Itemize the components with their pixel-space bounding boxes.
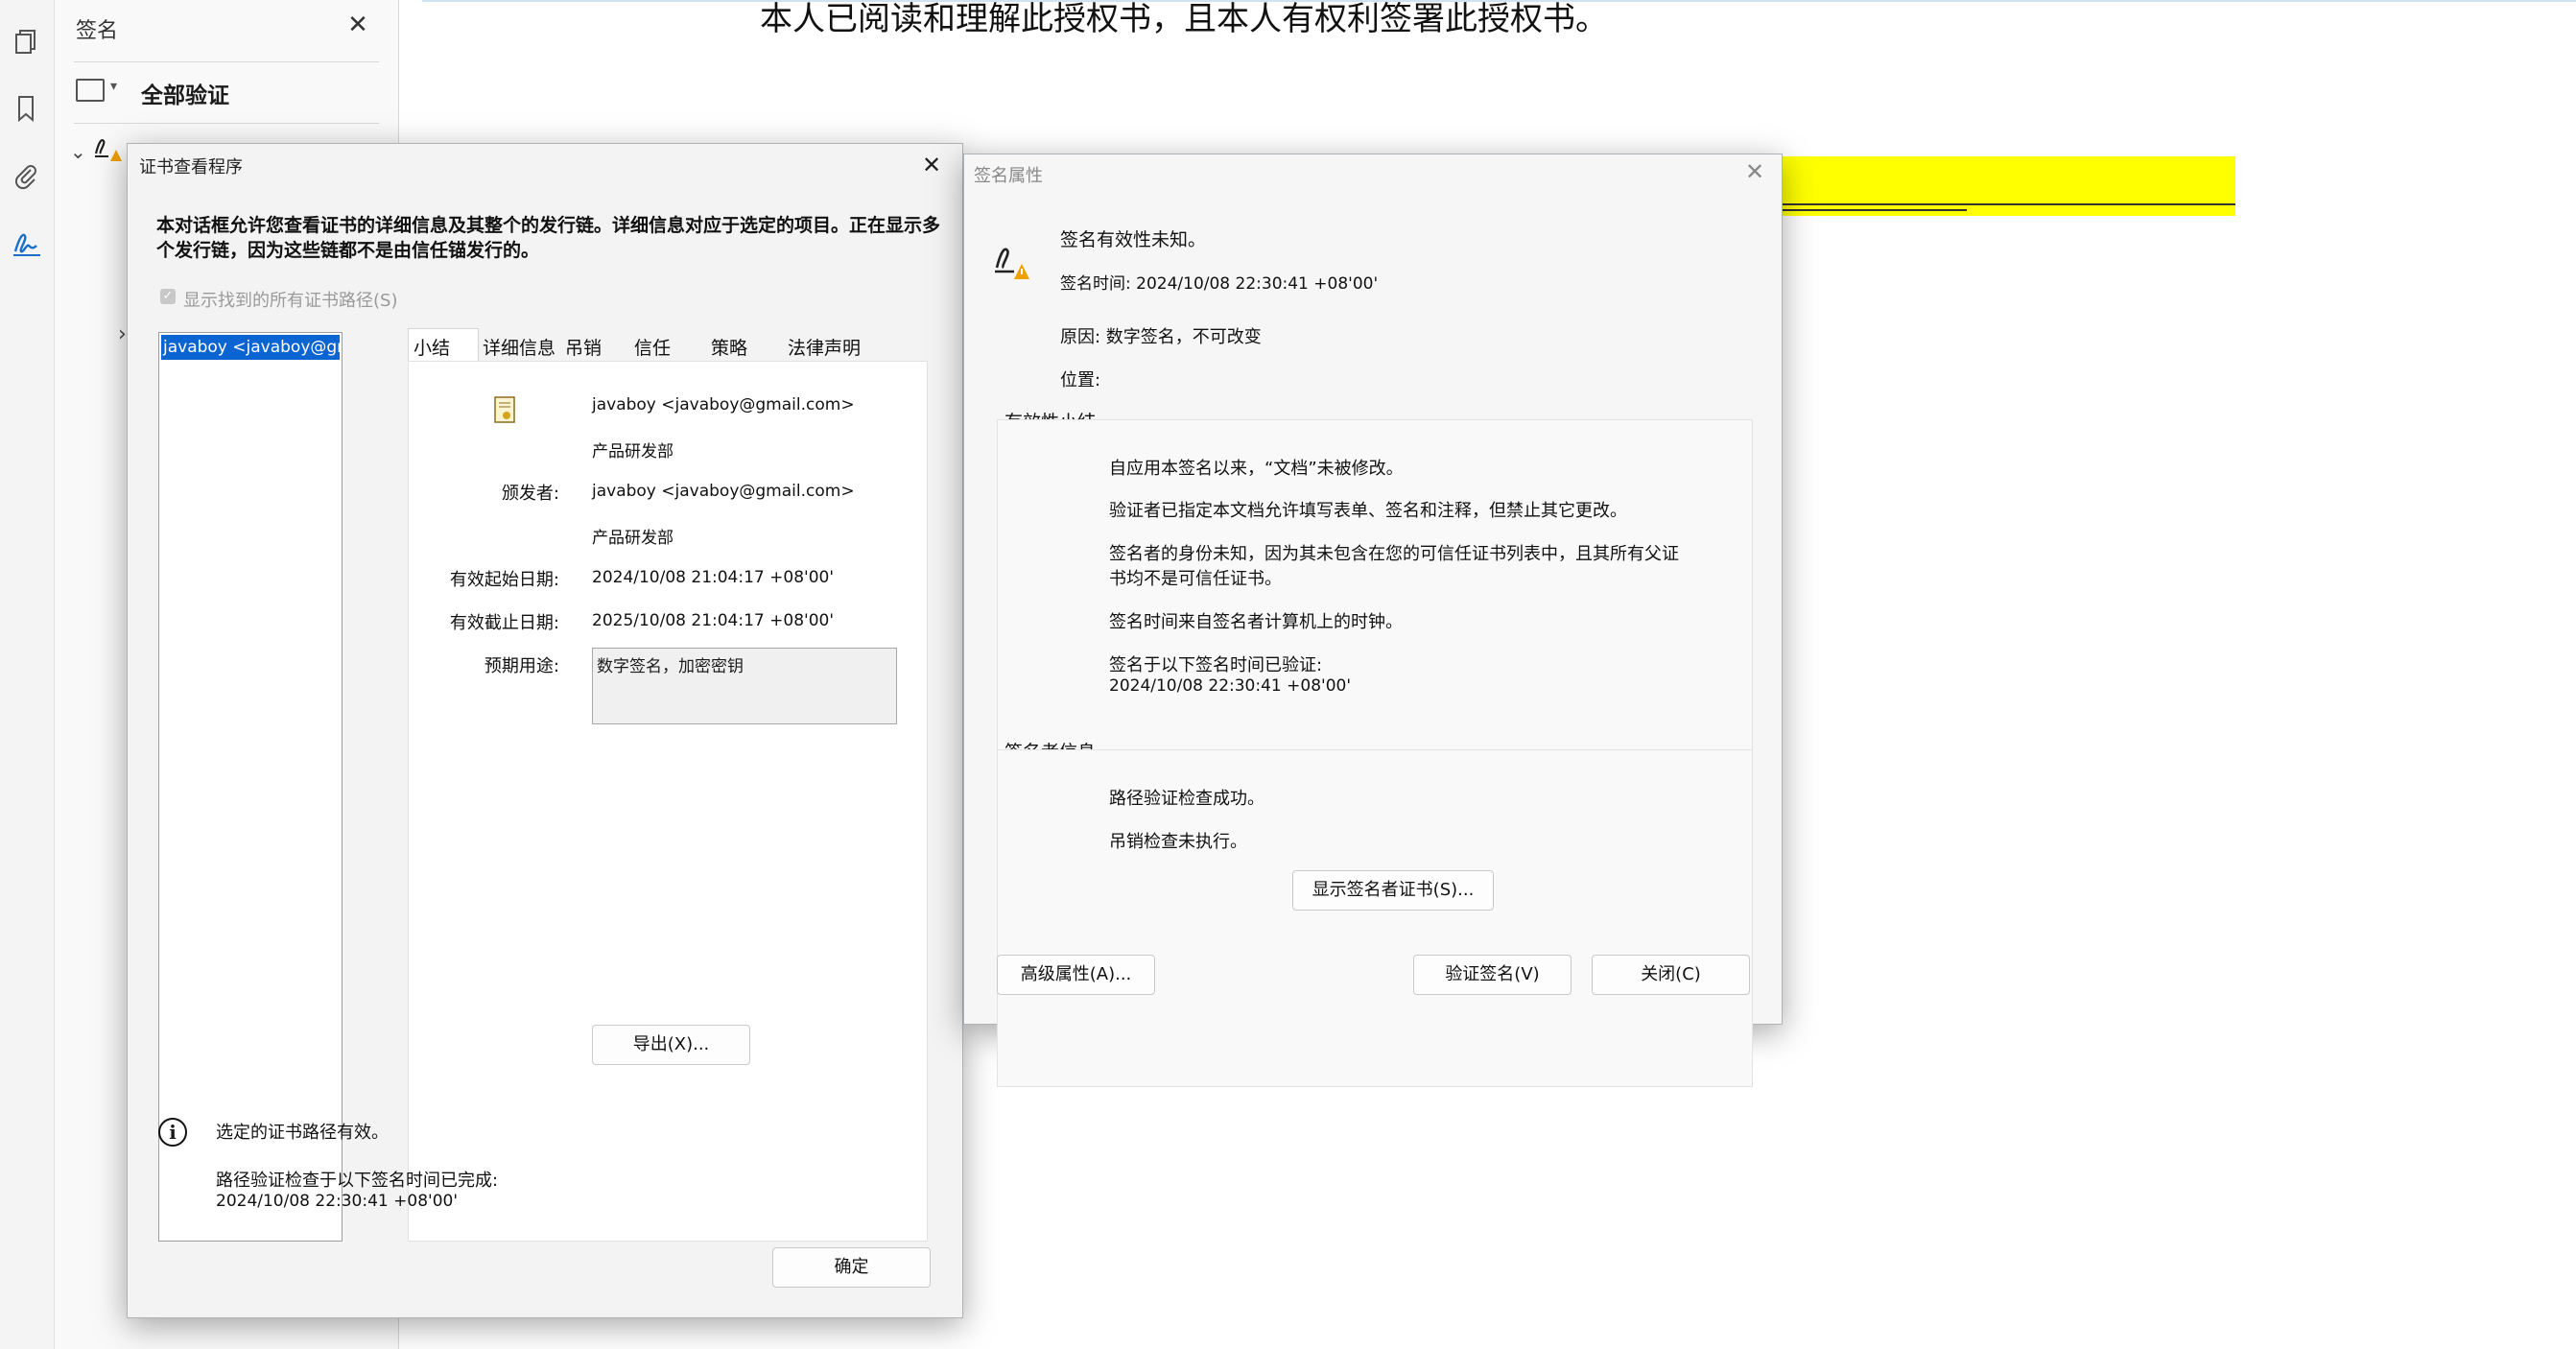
attachment-icon[interactable]	[12, 161, 40, 190]
sign-time: 签名时间: 2024/10/08 22:30:41 +08'00'	[1060, 274, 1379, 294]
summary-line: 签名者的身份未知，因为其未包含在您的可信任证书列表中，且其所有父证	[1109, 544, 1679, 564]
signature-warning-icon[interactable]	[93, 134, 122, 170]
signature-underline	[1780, 203, 2235, 205]
tab-legal-notice[interactable]: 法律声明	[788, 334, 861, 360]
usage-field[interactable]: 数字签名，加密密钥	[592, 648, 897, 724]
tab-revocation[interactable]: 吊销	[565, 334, 602, 360]
tab-summary[interactable]: 小结	[414, 334, 450, 360]
signature-warning-icon	[993, 243, 1031, 290]
export-button[interactable]: 导出(X)...	[592, 1025, 750, 1065]
checkbox-label: 显示找到的所有证书路径(S)	[183, 291, 398, 311]
valid-to-label: 有效截止日期:	[449, 613, 559, 633]
signer-line: 路径验证检查成功。	[1109, 789, 1264, 809]
subject-name: javaboy <javaboy@gmail.com>	[592, 395, 855, 414]
usage-label: 预期用途:	[484, 656, 559, 676]
info-icon: i	[158, 1118, 187, 1147]
sign-reason: 原因: 数字签名，不可改变	[1060, 327, 1262, 347]
ok-button[interactable]: 确定	[772, 1247, 931, 1288]
dialog-title: 签名属性	[974, 166, 1043, 186]
path-valid-text: 选定的证书路径有效。	[216, 1123, 389, 1143]
close-icon[interactable]: ✕	[343, 10, 373, 40]
close-button[interactable]: 关闭(C)	[1592, 955, 1750, 995]
validity-status: 签名有效性未知。	[1060, 229, 1207, 250]
certificate-chain-list[interactable]: javaboy <javaboy@gmail.com>	[158, 332, 343, 1242]
issuer-name: javaboy <javaboy@gmail.com>	[592, 482, 855, 501]
summary-line: 自应用本签名以来，“文档”未被修改。	[1109, 459, 1404, 479]
valid-from-label: 有效起始日期:	[449, 570, 559, 590]
summary-line: 验证者已指定本文档允许填写表单、签名和注释，但禁止其它更改。	[1109, 501, 1627, 521]
left-toolbar	[0, 0, 55, 1349]
issuer-label: 颁发者:	[501, 484, 559, 504]
chevron-down-icon[interactable]: ⌄	[70, 140, 86, 163]
tab-policy[interactable]: 策略	[711, 334, 747, 360]
close-icon[interactable]: ✕	[914, 148, 949, 182]
summary-time: 2024/10/08 22:30:41 +08'00'	[1109, 676, 1351, 696]
signature-properties-dialog: 签名属性 ✕ 签名有效性未知。 签名时间: 2024/10/08 22:30:4…	[963, 154, 1783, 1087]
dialog-title: 证书查看程序	[139, 157, 243, 178]
signer-line: 吊销检查未执行。	[1109, 832, 1247, 852]
document-text: 本人已阅读和理解此授权书，且本人有权利签署此授权书。	[760, 0, 1608, 38]
checkbox-checked-icon[interactable]: ✓	[160, 289, 176, 304]
sign-location: 位置:	[1060, 370, 1101, 390]
show-signer-certificate-button[interactable]: 显示签名者证书(S)...	[1292, 870, 1494, 911]
valid-to-value: 2025/10/08 21:04:17 +08'00'	[592, 611, 834, 630]
pages-icon[interactable]	[12, 27, 40, 56]
subject-org: 产品研发部	[592, 442, 674, 462]
options-icon[interactable]	[76, 79, 105, 102]
validate-all-label: 全部验证	[141, 83, 229, 108]
close-icon[interactable]: ✕	[1737, 154, 1772, 189]
valid-from-value: 2024/10/08 21:04:17 +08'00'	[592, 568, 834, 587]
divider	[74, 61, 379, 62]
advanced-properties-button[interactable]: 高级属性(A)...	[997, 955, 1155, 995]
signature-icon[interactable]	[12, 228, 40, 257]
chevron-down-icon[interactable]: ▾	[110, 79, 117, 94]
verify-signature-button[interactable]: 验证签名(V)	[1413, 955, 1572, 995]
tab-bar: 小结 详细信息 吊销 信任 策略 法律声明	[408, 328, 945, 364]
signature-underline	[1780, 209, 1967, 211]
tab-details[interactable]: 详细信息	[483, 334, 555, 360]
certificate-viewer-dialog: 证书查看程序 ✕ 本对话框允许您查看证书的详细信息及其整个的发行链。详细信息对应…	[127, 143, 963, 1318]
chevron-right-icon[interactable]: ›	[118, 322, 127, 346]
path-check-time: 2024/10/08 22:30:41 +08'00'	[216, 1192, 458, 1211]
bookmark-icon[interactable]	[12, 94, 40, 123]
path-check-text: 路径验证检查于以下签名时间已完成:	[216, 1171, 499, 1191]
certificate-icon	[492, 395, 519, 426]
signer-info-group: 路径验证检查成功。 吊销检查未执行。	[997, 749, 1753, 1087]
tab-trust[interactable]: 信任	[634, 334, 671, 360]
list-item[interactable]: javaboy <javaboy@gmail.com>	[161, 335, 340, 360]
issuer-org: 产品研发部	[592, 529, 674, 548]
panel-title: 签名	[76, 19, 119, 43]
summary-line: 书均不是可信任证书。	[1109, 569, 1282, 589]
summary-line: 签名时间来自签名者计算机上的时钟。	[1109, 612, 1403, 632]
divider	[74, 123, 379, 124]
summary-line: 签名于以下签名时间已验证:	[1109, 655, 1323, 675]
dialog-description: 本对话框允许您查看证书的详细信息及其整个的发行链。详细信息对应于选定的项目。正在…	[156, 215, 941, 261]
